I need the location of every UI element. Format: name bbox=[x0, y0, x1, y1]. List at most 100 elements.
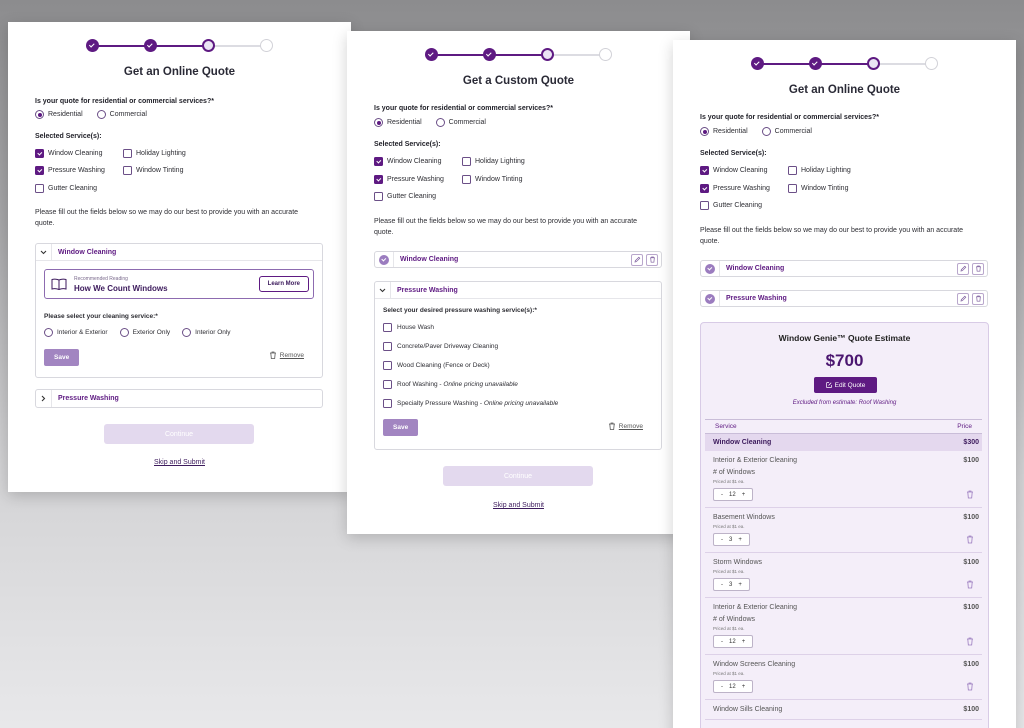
accordion-body: Recommended Reading How We Count Windows… bbox=[36, 261, 322, 374]
save-button[interactable]: Save bbox=[383, 419, 419, 436]
checkbox-label: Holiday Lighting bbox=[801, 167, 851, 174]
pressure-washing-option[interactable]: Specialty Pressure Washing - Online pric… bbox=[383, 399, 653, 408]
edit-pencil-icon[interactable] bbox=[957, 262, 969, 275]
increment-button[interactable]: + bbox=[738, 582, 742, 588]
radio-residential[interactable]: Residential bbox=[700, 127, 748, 136]
checkbox-pressure-washing[interactable]: Pressure Washing bbox=[700, 184, 788, 193]
learn-more-button[interactable]: Learn More bbox=[258, 276, 309, 292]
skip-and-submit-link[interactable]: Skip and Submit bbox=[8, 459, 351, 466]
services-row-2: Pressure Washing Window Tinting bbox=[374, 175, 522, 184]
checkbox-window-cleaning[interactable]: Window Cleaning bbox=[700, 166, 788, 175]
checkbox-window-tinting[interactable]: Window Tinting bbox=[462, 175, 522, 184]
radio-interior-only[interactable]: Interior Only bbox=[182, 328, 231, 337]
page-title: Get an Online Quote bbox=[123, 66, 236, 78]
item-row-head: Window Screens Cleaning $100 bbox=[713, 661, 979, 668]
radio-residential[interactable]: Residential bbox=[374, 118, 422, 127]
checkbox-pressure-washing[interactable]: Pressure Washing bbox=[35, 166, 123, 175]
radio-exterior-only[interactable]: Exterior Only bbox=[119, 328, 170, 337]
increment-button[interactable]: + bbox=[742, 639, 746, 645]
checkbox-unchecked-icon bbox=[383, 380, 392, 389]
radio-commercial[interactable]: Commercial bbox=[435, 118, 486, 127]
page-title: Get an Online Quote bbox=[788, 84, 901, 96]
checkbox-pressure-washing[interactable]: Pressure Washing bbox=[374, 175, 462, 184]
checkbox-holiday-lighting[interactable]: Holiday Lighting bbox=[462, 157, 525, 166]
radio-interior-exterior[interactable]: Interior & Exterior bbox=[44, 328, 108, 337]
option-label: Specialty Pressure Washing - bbox=[397, 400, 484, 407]
decrement-button[interactable]: - bbox=[721, 492, 723, 498]
checkbox-window-tinting[interactable]: Window Tinting bbox=[123, 166, 183, 175]
checkbox-window-cleaning[interactable]: Window Cleaning bbox=[374, 157, 462, 166]
checkbox-holiday-lighting[interactable]: Holiday Lighting bbox=[788, 166, 851, 175]
cleaning-service-label: Please select your cleaning service:* bbox=[44, 313, 158, 320]
item-name: Basement Windows bbox=[713, 514, 775, 521]
accordion-header[interactable]: Pressure Washing bbox=[36, 390, 322, 407]
quantity-stepper[interactable]: -3 + bbox=[713, 578, 750, 591]
radio-residential[interactable]: Residential bbox=[35, 110, 83, 119]
accordion-header[interactable]: Pressure Washing bbox=[375, 282, 661, 299]
remove-button[interactable]: Remove bbox=[269, 351, 304, 359]
continue-button[interactable]: Continue bbox=[443, 466, 593, 486]
trash-icon[interactable] bbox=[966, 682, 974, 691]
pressure-washing-label: Select your desired pressure washing ser… bbox=[383, 307, 537, 314]
decrement-button[interactable]: - bbox=[721, 537, 723, 543]
edit-quote-button[interactable]: Edit Quote bbox=[814, 377, 877, 393]
delete-trash-icon[interactable] bbox=[972, 262, 984, 275]
quantity-stepper[interactable]: -12 + bbox=[713, 488, 754, 501]
item-name: Interior & Exterior Cleaning bbox=[713, 604, 798, 611]
increment-button[interactable]: + bbox=[742, 684, 746, 690]
edit-pencil-icon[interactable] bbox=[631, 253, 643, 266]
instructions-text: Please fill out the fields below so we m… bbox=[374, 218, 638, 236]
estimate-title: Window Genie™ Quote Estimate bbox=[778, 333, 911, 343]
save-button[interactable]: Save bbox=[44, 349, 80, 366]
increment-button[interactable]: + bbox=[742, 492, 746, 498]
item-price: $100 bbox=[963, 661, 979, 668]
pressure-washing-option[interactable]: Roof Washing - Online pricing unavailabl… bbox=[383, 380, 653, 389]
accordion-header[interactable]: Window Cleaning bbox=[36, 244, 322, 261]
remove-button[interactable]: Remove bbox=[608, 422, 643, 430]
pressure-washing-option[interactable]: House Wash bbox=[383, 323, 653, 332]
checkbox-gutter-cleaning[interactable]: Gutter Cleaning bbox=[700, 201, 788, 210]
increment-button[interactable]: + bbox=[738, 537, 742, 543]
checkbox-unchecked-icon bbox=[383, 399, 392, 408]
quantity-value: 3 bbox=[729, 581, 733, 588]
option-label: Roof Washing - bbox=[397, 381, 444, 388]
checkbox-checked-icon bbox=[374, 175, 383, 184]
trash-icon[interactable] bbox=[966, 535, 974, 544]
pressure-washing-option[interactable]: Concrete/Paver Driveway Cleaning bbox=[383, 342, 653, 351]
item-unit-price: Priced at $1 ea. bbox=[713, 479, 745, 484]
accordion-window-cleaning-complete[interactable]: Window Cleaning bbox=[374, 251, 662, 268]
quantity-stepper[interactable]: -12 + bbox=[713, 680, 754, 693]
decrement-button[interactable]: - bbox=[721, 582, 723, 588]
skip-and-submit-link[interactable]: Skip and Submit bbox=[347, 502, 690, 509]
delete-trash-icon[interactable] bbox=[972, 292, 984, 305]
trash-icon[interactable] bbox=[966, 490, 974, 499]
decrement-button[interactable]: - bbox=[721, 639, 723, 645]
progress-stepper bbox=[425, 48, 612, 62]
checkbox-label: Holiday Lighting bbox=[136, 150, 186, 157]
continue-button[interactable]: Continue bbox=[104, 424, 254, 444]
item-name: Window Sills Cleaning bbox=[713, 706, 783, 713]
reading-eyebrow: Recommended Reading bbox=[74, 275, 128, 282]
excluded-note: Excluded from estimate: Roof Washing bbox=[792, 400, 897, 406]
trash-icon[interactable] bbox=[966, 580, 974, 589]
checkbox-window-cleaning[interactable]: Window Cleaning bbox=[35, 149, 123, 158]
checkbox-gutter-cleaning[interactable]: Gutter Cleaning bbox=[374, 192, 462, 201]
quantity-stepper[interactable]: -12 + bbox=[713, 635, 754, 648]
edit-pencil-icon[interactable] bbox=[957, 292, 969, 305]
accordion-actions bbox=[954, 262, 984, 275]
checkbox-holiday-lighting[interactable]: Holiday Lighting bbox=[123, 149, 186, 158]
checkbox-unchecked-icon bbox=[462, 175, 471, 184]
pressure-washing-option[interactable]: Wood Cleaning (Fence or Deck) bbox=[383, 361, 653, 370]
accordion-pressure-washing-complete[interactable]: Pressure Washing bbox=[700, 290, 988, 307]
accordion-pressure-washing[interactable]: Pressure Washing bbox=[35, 389, 323, 408]
item-price: $100 bbox=[963, 514, 979, 521]
radio-commercial[interactable]: Commercial bbox=[761, 127, 812, 136]
checkbox-gutter-cleaning[interactable]: Gutter Cleaning bbox=[35, 184, 123, 193]
checkbox-window-tinting[interactable]: Window Tinting bbox=[788, 184, 848, 193]
decrement-button[interactable]: - bbox=[721, 684, 723, 690]
quantity-stepper[interactable]: -3 + bbox=[713, 533, 750, 546]
radio-commercial[interactable]: Commercial bbox=[96, 110, 147, 119]
delete-trash-icon[interactable] bbox=[646, 253, 658, 266]
accordion-window-cleaning-complete[interactable]: Window Cleaning bbox=[700, 260, 988, 277]
trash-icon[interactable] bbox=[966, 637, 974, 646]
